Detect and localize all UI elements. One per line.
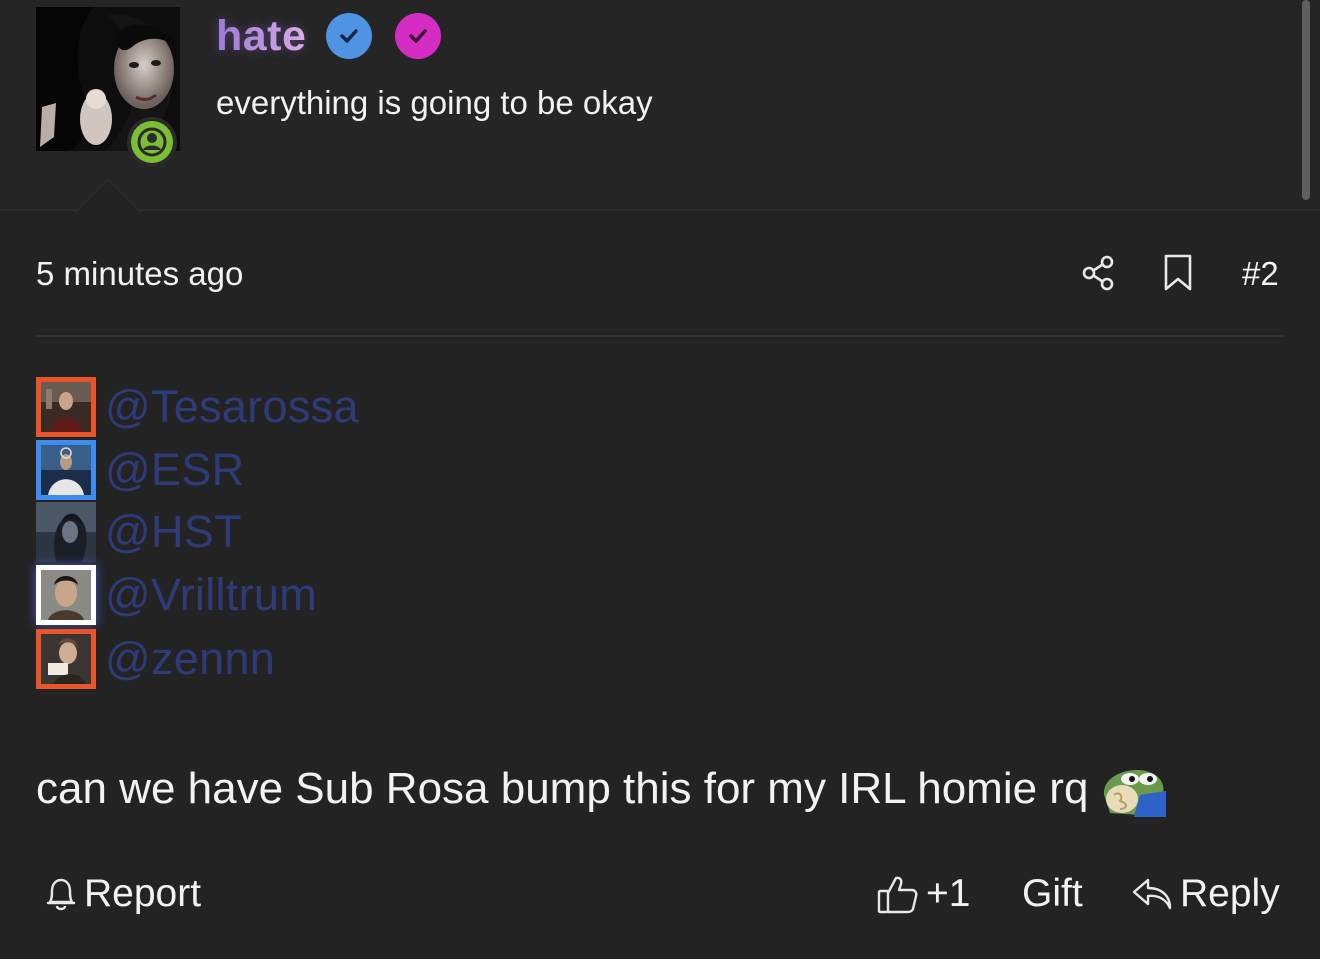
mention-avatar bbox=[36, 377, 96, 437]
share-icon bbox=[1082, 255, 1114, 291]
mention-item[interactable]: @Vrilltrum bbox=[36, 565, 317, 625]
mention-avatar bbox=[36, 502, 96, 562]
post-number-link[interactable]: #2 bbox=[1242, 255, 1279, 293]
pink-verified-check-icon bbox=[395, 13, 441, 59]
mention-item[interactable]: @HST bbox=[36, 502, 242, 562]
report-label: Report bbox=[84, 872, 202, 915]
scrollbar[interactable] bbox=[1302, 0, 1310, 200]
bookmark-button[interactable] bbox=[1158, 252, 1198, 294]
mention-handle[interactable]: @ESR bbox=[105, 444, 244, 496]
post-body-text: can we have Sub Rosa bump this for my IR… bbox=[36, 764, 1089, 813]
author-tagline: everything is going to be okay bbox=[216, 84, 653, 121]
mention-item[interactable]: @Tesarossa bbox=[36, 377, 359, 437]
mention-avatar bbox=[36, 629, 96, 689]
mention-handle[interactable]: @Tesarossa bbox=[105, 381, 359, 433]
share-button[interactable] bbox=[1078, 252, 1118, 294]
like-button[interactable]: +1 bbox=[876, 872, 970, 916]
post-body: can we have Sub Rosa bump this for my IR… bbox=[36, 764, 1168, 817]
post-timestamp[interactable]: 5 minutes ago bbox=[36, 255, 243, 293]
mention-item[interactable]: @ESR bbox=[36, 440, 244, 500]
reply-label: Reply bbox=[1180, 872, 1280, 915]
mention-avatar bbox=[36, 565, 96, 625]
report-button[interactable]: Report bbox=[44, 872, 201, 916]
gift-label: Gift bbox=[1022, 872, 1083, 915]
thumbs-up-icon bbox=[876, 872, 920, 916]
post-author-header: hate everything is going to be okay bbox=[0, 0, 1320, 211]
gift-button[interactable]: Gift bbox=[1022, 872, 1083, 916]
bookmark-icon bbox=[1164, 254, 1192, 291]
online-status-badge bbox=[127, 117, 177, 167]
online-user-icon bbox=[137, 127, 167, 157]
author-username[interactable]: hate bbox=[216, 12, 306, 61]
mention-item[interactable]: @zennn bbox=[36, 629, 275, 689]
like-count: +1 bbox=[926, 872, 971, 915]
divider bbox=[36, 335, 1284, 337]
bell-icon bbox=[44, 875, 78, 913]
pepe-emoji bbox=[1100, 765, 1168, 817]
mention-handle[interactable]: @Vrilltrum bbox=[105, 569, 317, 621]
mention-handle[interactable]: @HST bbox=[105, 506, 242, 558]
reply-arrow-icon bbox=[1130, 874, 1174, 914]
mention-avatar bbox=[36, 440, 96, 500]
reply-button[interactable]: Reply bbox=[1130, 872, 1280, 916]
header-pointer bbox=[74, 178, 142, 213]
blue-verified-check-icon bbox=[326, 13, 372, 59]
mention-handle[interactable]: @zennn bbox=[105, 633, 275, 685]
